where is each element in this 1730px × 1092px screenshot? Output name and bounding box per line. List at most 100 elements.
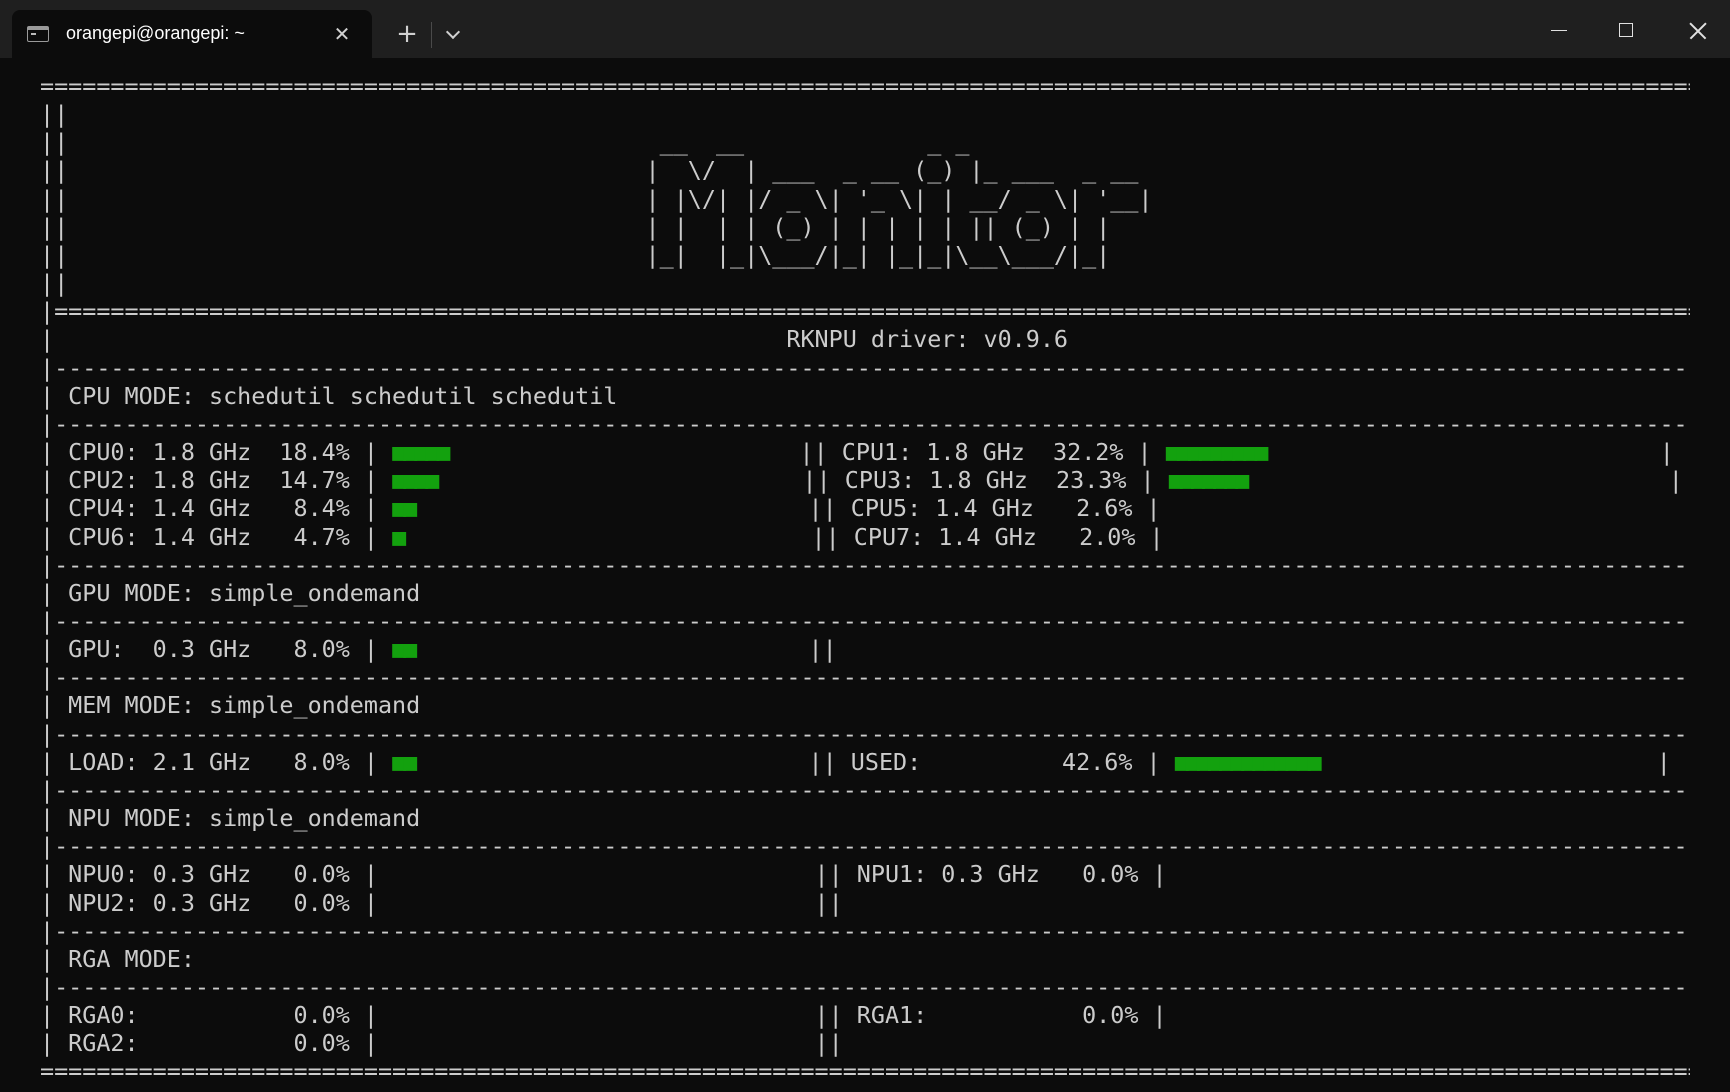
terminal-line: | CPU MODE: schedutil schedutil scheduti… xyxy=(40,382,1690,410)
terminal-text: ========================================… xyxy=(40,72,1690,100)
tab-close-button[interactable]: ✕ xyxy=(330,22,354,46)
terminal-line: | NPU2: 0.3 GHz 0.0% | || | xyxy=(40,889,1690,917)
terminal-text: | RGA2: 0.0% | || | xyxy=(40,1029,1690,1058)
terminal-icon xyxy=(27,26,49,42)
terminal-text: | GPU: 0.3 GHz 8.0% | xyxy=(40,635,393,664)
terminal-text: | RGA0: 0.0% | || RGA1: 0.0% | | xyxy=(40,1001,1690,1030)
terminal-text: |---------------------------------------… xyxy=(40,973,1690,1001)
terminal-text: | RGA MODE: | xyxy=(40,944,1690,973)
terminal-text: || CPU7: 1.4 GHz 2.0% | | xyxy=(403,522,1690,551)
terminal-line: | CPU0: 1.8 GHz 18.4% | ■■■■■ || CPU1: 1… xyxy=(40,438,1690,466)
terminal-line: |---------------------------------------… xyxy=(40,720,1690,748)
chevron-down-icon[interactable] xyxy=(440,24,466,46)
usage-bar: ■■■■■ xyxy=(392,438,450,467)
terminal-text: |---------------------------------------… xyxy=(40,606,1690,635)
terminal-text: || | \/ | ___ _ __ (_) |_ ___ _ __ || xyxy=(40,156,1690,185)
terminal-text: |---------------------------------------… xyxy=(40,663,1690,692)
usage-bar: ■■■■■■■■■■■■■ xyxy=(1174,747,1322,776)
terminal-output[interactable]: ========================================… xyxy=(40,72,1690,1082)
terminal-text: | CPU6: 1.4 GHz 4.7% | xyxy=(40,522,393,551)
terminal-text: || || xyxy=(40,100,1690,129)
usage-bar: ■■ xyxy=(392,747,417,776)
terminal-text: || CPU5: 1.4 GHz 2.6% | | xyxy=(414,494,1690,523)
terminal-text: || | |\/| |/ _ \| '_ \| | __/ _ \| '__| … xyxy=(40,184,1690,213)
terminal-line: | RGA MODE: | xyxy=(40,945,1690,973)
usage-bar: ■■ xyxy=(392,635,417,664)
terminal-text: |---------------------------------------… xyxy=(40,353,1690,382)
maximize-button[interactable] xyxy=(1598,10,1654,50)
terminal-text: |---------------------------------------… xyxy=(40,719,1690,748)
terminal-text: | NPU2: 0.3 GHz 0.0% | || | xyxy=(40,888,1690,917)
minimize-button[interactable] xyxy=(1530,10,1586,50)
terminal-text: |---------------------------------------… xyxy=(40,409,1690,438)
terminal-text: ========================================… xyxy=(40,1057,1690,1082)
usage-bar: ■■■■ xyxy=(392,466,439,495)
terminal-line: | RKNPU driver: v0.9.6 | xyxy=(40,325,1690,353)
terminal-line: |---------------------------------------… xyxy=(40,832,1690,860)
terminal-text: | CPU4: 1.4 GHz 8.4% | xyxy=(40,494,393,523)
terminal-text: | MEM MODE: simple_ondemand | xyxy=(40,691,1690,720)
tab-terminal[interactable]: orangepi@orangepi: ~ ✕ xyxy=(12,10,372,58)
terminal-text: |---------------------------------------… xyxy=(40,832,1690,861)
terminal-line: |---------------------------------------… xyxy=(40,410,1690,438)
terminal-line: |---------------------------------------… xyxy=(40,607,1690,635)
terminal-line: | CPU6: 1.4 GHz 4.7% | ■ || CPU7: 1.4 GH… xyxy=(40,523,1690,551)
terminal-line: | NPU0: 0.3 GHz 0.0% | || NPU1: 0.3 GHz … xyxy=(40,860,1690,888)
terminal-line: || __ __ _ _ || xyxy=(40,128,1690,156)
usage-bar: ■ xyxy=(392,522,406,551)
terminal-text: | CPU MODE: schedutil schedutil scheduti… xyxy=(40,381,1690,410)
terminal-text: || || xyxy=(40,269,1690,298)
terminal-text: |---------------------------------------… xyxy=(40,550,1690,579)
terminal-text: | NPU0: 0.3 GHz 0.0% | || NPU1: 0.3 GHz … xyxy=(40,860,1690,889)
terminal-text: | xyxy=(1265,438,1674,467)
terminal-line: || | \/ | ___ _ __ (_) |_ ___ _ __ || xyxy=(40,156,1690,184)
terminal-text: |---------------------------------------… xyxy=(40,916,1690,945)
usage-bar: ■■ xyxy=(392,494,417,523)
terminal-text: || CPU1: 1.8 GHz 32.2% | xyxy=(447,438,1166,467)
usage-bar: ■■■■■■■ xyxy=(1168,466,1250,495)
terminal-text: | NPU MODE: simple_ondemand | xyxy=(40,804,1690,833)
terminal-line: | CPU4: 1.4 GHz 8.4% | ■■ || CPU5: 1.4 G… xyxy=(40,494,1690,522)
tab-title: orangepi@orangepi: ~ xyxy=(66,23,245,43)
close-window-button[interactable] xyxy=(1668,10,1724,50)
terminal-line: || || xyxy=(40,100,1690,128)
terminal-text: || | | | | (_) | | | | | || (_) | | || xyxy=(40,212,1690,241)
terminal-text: | RKNPU driver: v0.9.6 | xyxy=(40,325,1690,354)
terminal-line: || || xyxy=(40,269,1690,297)
terminal-line: || |_| |_|\___/|_| |_|_|\__\___/|_| || xyxy=(40,241,1690,269)
usage-bar: ■■■■■■■■■ xyxy=(1165,438,1269,467)
title-bar: orangepi@orangepi: ~ ✕ + xyxy=(0,0,1730,58)
terminal-line: |---------------------------------------… xyxy=(40,663,1690,691)
new-tab-button[interactable]: + xyxy=(393,20,421,48)
terminal-line: | LOAD: 2.1 GHz 8.0% | ■■ || USED: 42.6%… xyxy=(40,748,1690,776)
terminal-text: || __ __ _ _ || xyxy=(40,128,1690,157)
terminal-line: |---------------------------------------… xyxy=(40,917,1690,945)
terminal-line: ========================================… xyxy=(40,72,1690,100)
terminal-line: | GPU: 0.3 GHz 8.0% | ■■ || | xyxy=(40,635,1690,663)
terminal-line: | RGA2: 0.0% | || | xyxy=(40,1029,1690,1057)
terminal-text: | CPU0: 1.8 GHz 18.4% | xyxy=(40,438,393,467)
terminal-text: || |_| |_|\___/|_| |_|_|\__\___/|_| || xyxy=(40,240,1690,269)
terminal-text: |---------------------------------------… xyxy=(40,775,1690,804)
terminal-text: |=======================================… xyxy=(40,297,1690,326)
tab-divider xyxy=(431,22,432,48)
terminal-line: | NPU MODE: simple_ondemand | xyxy=(40,804,1690,832)
terminal-text: || | xyxy=(414,635,1690,664)
terminal-text: | xyxy=(1246,466,1683,495)
terminal-line: || | | | | (_) | | | | | || (_) | | || xyxy=(40,213,1690,241)
terminal-line: |---------------------------------------… xyxy=(40,776,1690,804)
terminal-line: | GPU MODE: simple_ondemand | xyxy=(40,579,1690,607)
terminal-text: | LOAD: 2.1 GHz 8.0% | xyxy=(40,747,393,776)
terminal-line: |---------------------------------------… xyxy=(40,551,1690,579)
terminal-line: |---------------------------------------… xyxy=(40,973,1690,1001)
terminal-line: | RGA0: 0.0% | || RGA1: 0.0% | | xyxy=(40,1001,1690,1029)
terminal-line: | CPU2: 1.8 GHz 14.7% | ■■■■ || CPU3: 1.… xyxy=(40,466,1690,494)
terminal-line: |=======================================… xyxy=(40,297,1690,325)
terminal-line: || | |\/| |/ _ \| '_ \| | __/ _ \| '__| … xyxy=(40,185,1690,213)
terminal-text: || CPU3: 1.8 GHz 23.3% | xyxy=(436,466,1169,495)
terminal-text: || USED: 42.6% | xyxy=(414,747,1175,776)
terminal-line: |---------------------------------------… xyxy=(40,354,1690,382)
terminal-text: | xyxy=(1318,747,1671,776)
terminal-text: | CPU2: 1.8 GHz 14.7% | xyxy=(40,466,393,495)
terminal-line: ========================================… xyxy=(40,1057,1690,1082)
